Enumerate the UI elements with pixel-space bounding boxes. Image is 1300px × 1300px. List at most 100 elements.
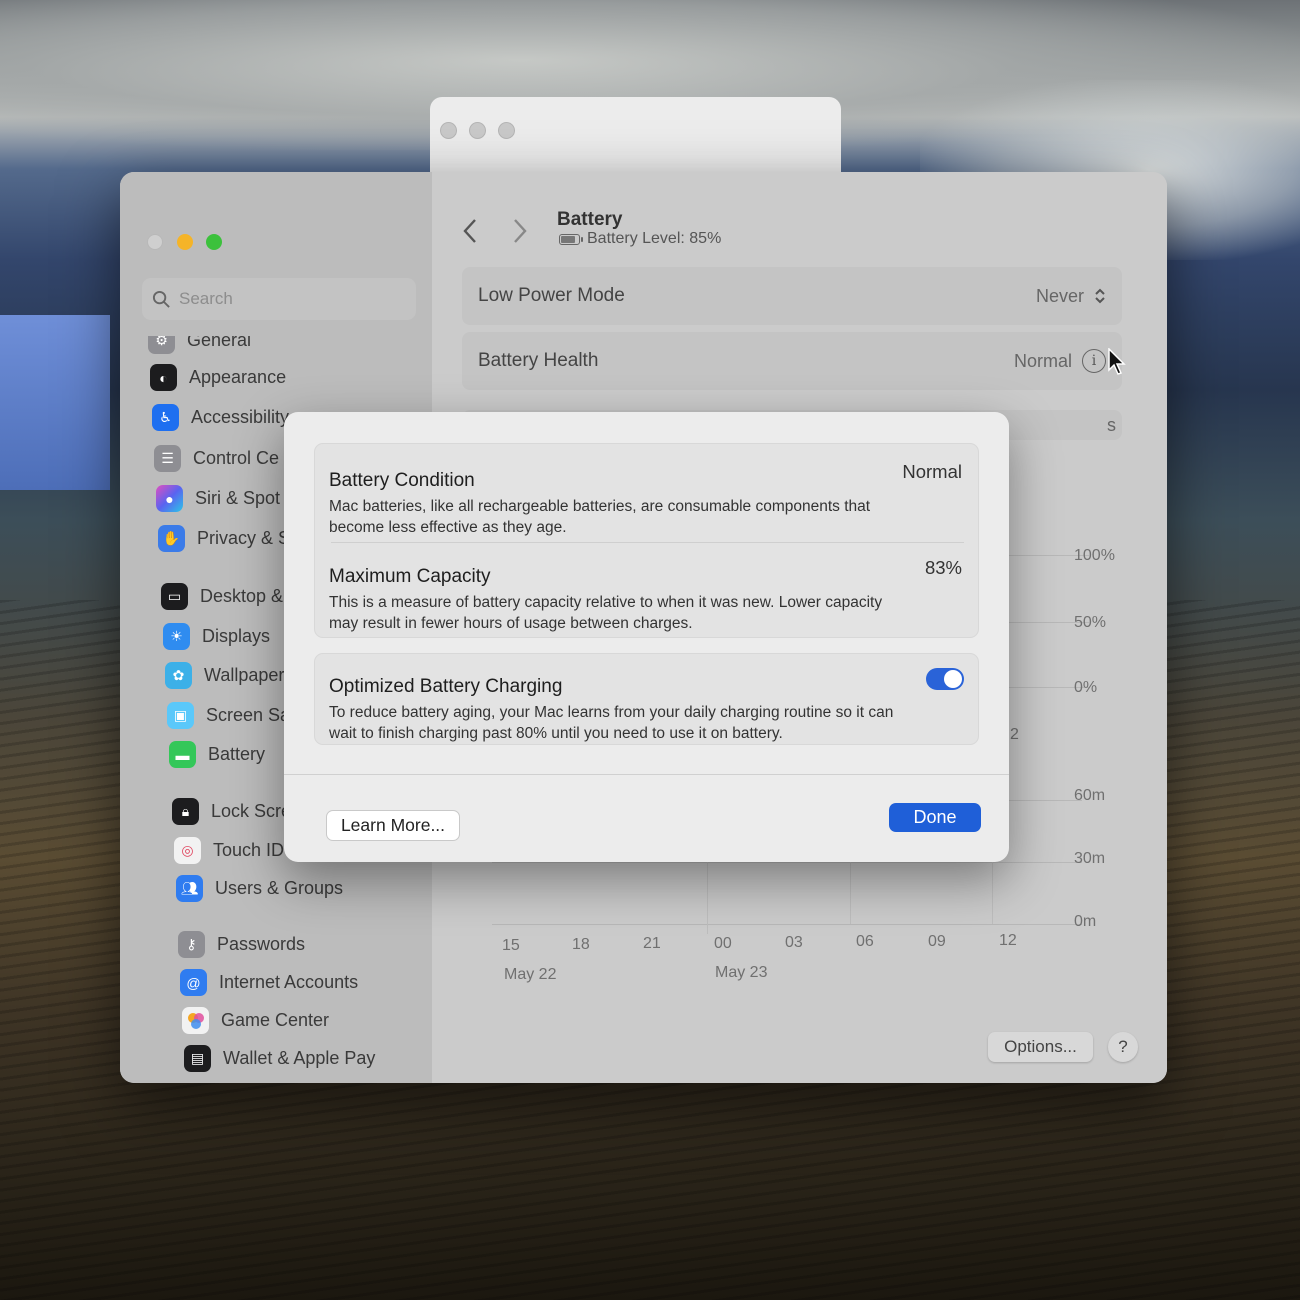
battery-level-icon [559, 233, 583, 245]
sidebar-item-passwords[interactable]: ⚷ Passwords [178, 931, 305, 958]
sidebar-item-wallpaper[interactable]: ✿ Wallpaper [165, 662, 284, 689]
back-button[interactable] [462, 218, 478, 251]
sidebar-item-label: Control Ce [193, 448, 280, 468]
help-button[interactable]: ? [1108, 1032, 1138, 1062]
at-icon: @ [180, 969, 207, 996]
sidebar-item-battery[interactable]: ▬ Battery [160, 733, 330, 773]
x-tick-label: 00 [714, 935, 732, 952]
forward-button[interactable] [512, 218, 528, 251]
search-input[interactable]: Search [142, 278, 416, 320]
wallpaper-lake [0, 315, 110, 490]
x-tick-label: 21 [643, 935, 661, 952]
battery-info-group: Battery Condition Mac batteries, like al… [314, 443, 979, 638]
sidebar-item-label: Wallpaper [204, 665, 285, 685]
x-tick-label: 15 [502, 937, 520, 954]
sidebar-item-displays[interactable]: ☀ Displays [163, 623, 270, 650]
x-tick-label: 09 [928, 933, 946, 950]
battery-icon: ▬ [169, 741, 196, 768]
x-tick-label: 03 [785, 934, 803, 951]
x-tick-label: 06 [856, 933, 874, 950]
maximum-capacity-value: 83% [924, 557, 962, 578]
sidebar-item-label: Appearance [189, 367, 287, 387]
sheet-footer-divider [284, 774, 1009, 775]
chevron-updown-icon [1095, 288, 1105, 304]
sidebar-item-control-center[interactable]: ☰ Control Ce [154, 445, 279, 472]
sidebar-item-accessibility[interactable]: ♿ Accessibility [152, 404, 289, 431]
appearance-icon: ◐ [150, 364, 177, 391]
hand-icon: ✋ [158, 525, 185, 552]
toggle-knob [944, 670, 962, 688]
minimize-button[interactable] [177, 234, 193, 250]
sidebar-item-label: Users & Groups [215, 878, 344, 898]
sun-icon: ☀ [163, 623, 190, 650]
battery-health-sheet: Battery Condition Mac batteries, like al… [284, 412, 1009, 862]
info-icon[interactable]: i [1082, 349, 1106, 373]
low-power-mode-value: Never [1035, 285, 1084, 306]
battery-health-label: Battery Health [478, 350, 599, 371]
sidebar-item-game-center[interactable]: Game Center [182, 1007, 329, 1034]
back-window-minimize-button[interactable] [469, 122, 486, 139]
maximum-capacity-desc: This is a measure of battery capacity re… [329, 594, 883, 632]
sidebar-item-users-groups[interactable]: 👥︎ Users & Groups [176, 875, 343, 902]
learn-more-button[interactable]: Learn More... [326, 810, 460, 841]
sidebar-item-label: Passwords [217, 934, 306, 954]
date-label: May 23 [715, 964, 768, 981]
level-tick-label: 0% [1074, 679, 1098, 696]
accessibility-icon: ♿ [152, 404, 179, 431]
battery-level-text: Battery Level: 85% [587, 230, 722, 247]
options-button[interactable]: Options... [988, 1032, 1093, 1062]
usage-tick-label: 60m [1074, 787, 1106, 804]
sidebar-item-label: Battery [208, 744, 266, 764]
sidebar-item-wallet[interactable]: ▤ Wallet & Apple Pay [184, 1045, 375, 1072]
close-button[interactable] [147, 234, 163, 250]
chevron-left-icon [463, 219, 476, 243]
done-button[interactable]: Done [889, 803, 981, 832]
users-icon: 👥︎ [176, 875, 203, 902]
date-label: May 22 [504, 966, 557, 983]
sidebar-item-label: Privacy & S [197, 528, 291, 548]
low-power-mode-row: Low Power Mode Never [462, 267, 1122, 325]
low-power-mode-select[interactable]: Never [1036, 286, 1106, 307]
usage-gridline [492, 862, 1082, 863]
back-window-close-button[interactable] [440, 122, 457, 139]
zoom-button[interactable] [206, 234, 222, 250]
page-title: Battery [557, 209, 623, 230]
chart-fragment: 2 [1010, 726, 1019, 743]
sidebar-item-lock-screen[interactable]: 🔒︎ Lock Scree [172, 798, 301, 825]
day-divider [707, 862, 708, 934]
battery-level-fill [561, 235, 575, 243]
battery-condition-value: Normal [902, 461, 962, 482]
lock-icon: 🔒︎ [172, 798, 199, 825]
divider [331, 542, 964, 543]
search-placeholder: Search [179, 289, 233, 308]
sidebar-item-label: Internet Accounts [219, 972, 359, 992]
optimized-charging-toggle[interactable] [926, 668, 964, 690]
usage-vgrid [992, 862, 993, 924]
sidebar-item-desktop[interactable]: ▭ Desktop & [161, 583, 283, 610]
usage-tick-label: 30m [1074, 850, 1106, 867]
maximum-capacity-title: Maximum Capacity [329, 566, 491, 587]
sidebar-item-screen-saver[interactable]: ▣ Screen Sav [167, 702, 299, 729]
back-window-zoom-button[interactable] [498, 122, 515, 139]
chevron-right-icon [514, 219, 527, 243]
battery-health-value: Normal [1013, 350, 1072, 371]
battery-level: Battery Level: 85% [559, 230, 721, 248]
x-tick-label: 18 [572, 936, 590, 953]
sidebar-item-siri[interactable]: ● Siri & Spot [156, 485, 280, 512]
sidebar-item-touch-id[interactable]: ◎ Touch ID & [174, 837, 301, 864]
sidebar-item-general[interactable]: ⚙ General [148, 336, 251, 354]
sidebar-item-privacy[interactable]: ✋ Privacy & S [158, 525, 290, 552]
optimized-charging-group: Optimized Battery Charging To reduce bat… [314, 653, 979, 745]
sidebar-item-internet-accounts[interactable]: @ Internet Accounts [180, 969, 358, 996]
battery-condition-entry: Battery Condition Mac batteries, like al… [329, 461, 964, 538]
level-tick-label: 100% [1074, 547, 1115, 564]
low-power-mode-label: Low Power Mode [478, 285, 625, 306]
wallet-icon: ▤ [184, 1045, 211, 1072]
sidebar-item-appearance[interactable]: ◐ Appearance [150, 364, 286, 391]
optimized-charging-desc: To reduce battery aging, your Mac learns… [329, 704, 894, 742]
sidebar-item-label: Wallet & Apple Pay [223, 1048, 376, 1068]
pointer-arrow-icon [1108, 347, 1126, 375]
tab-fragment[interactable]: s [1107, 415, 1116, 436]
flower-icon: ✿ [165, 662, 192, 689]
siri-icon: ● [156, 485, 183, 512]
